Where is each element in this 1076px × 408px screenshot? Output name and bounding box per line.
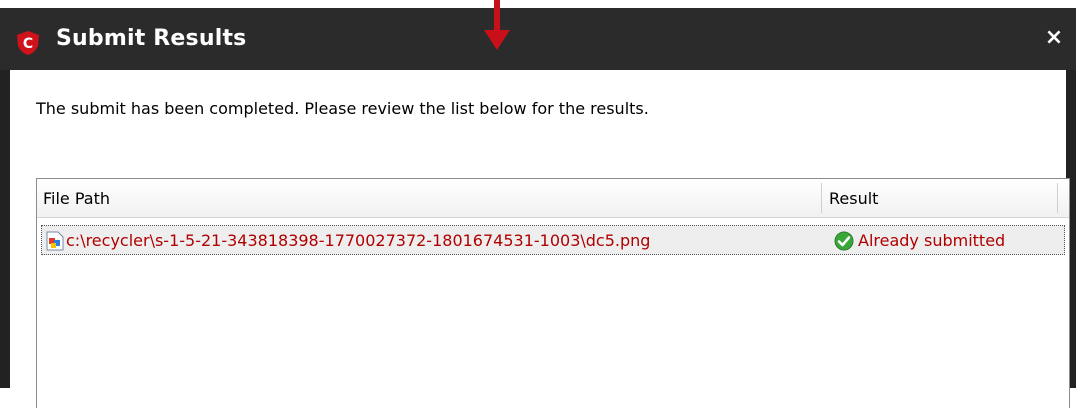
column-header-file-path[interactable]: File Path — [43, 189, 110, 208]
pointer-arrow-icon — [484, 0, 510, 50]
green-check-icon — [834, 231, 854, 251]
close-button[interactable]: × — [1044, 27, 1064, 49]
column-header-result[interactable]: Result — [829, 189, 878, 208]
svg-text:C: C — [23, 36, 33, 52]
title-bar[interactable]: C Submit Results × — [0, 0, 1076, 70]
results-list[interactable]: File Path Result c:\recycler\s-1-5-21-34… — [36, 178, 1070, 408]
list-header: File Path Result — [37, 179, 1069, 218]
result-cell: Already submitted — [858, 231, 1006, 250]
column-separator[interactable] — [821, 183, 822, 213]
dialog-title: Submit Results — [56, 26, 247, 51]
completion-message: The submit has been completed. Please re… — [36, 99, 649, 118]
column-separator[interactable] — [1057, 183, 1058, 213]
image-file-icon — [46, 231, 64, 251]
title-bar-top-edge — [0, 0, 1076, 8]
file-path-cell: c:\recycler\s-1-5-21-343818398-177002737… — [66, 231, 651, 250]
comodo-shield-icon: C — [17, 31, 39, 55]
submit-results-dialog: C Submit Results × The submit has been c… — [0, 0, 1076, 408]
table-row[interactable]: c:\recycler\s-1-5-21-343818398-177002737… — [41, 225, 1065, 255]
